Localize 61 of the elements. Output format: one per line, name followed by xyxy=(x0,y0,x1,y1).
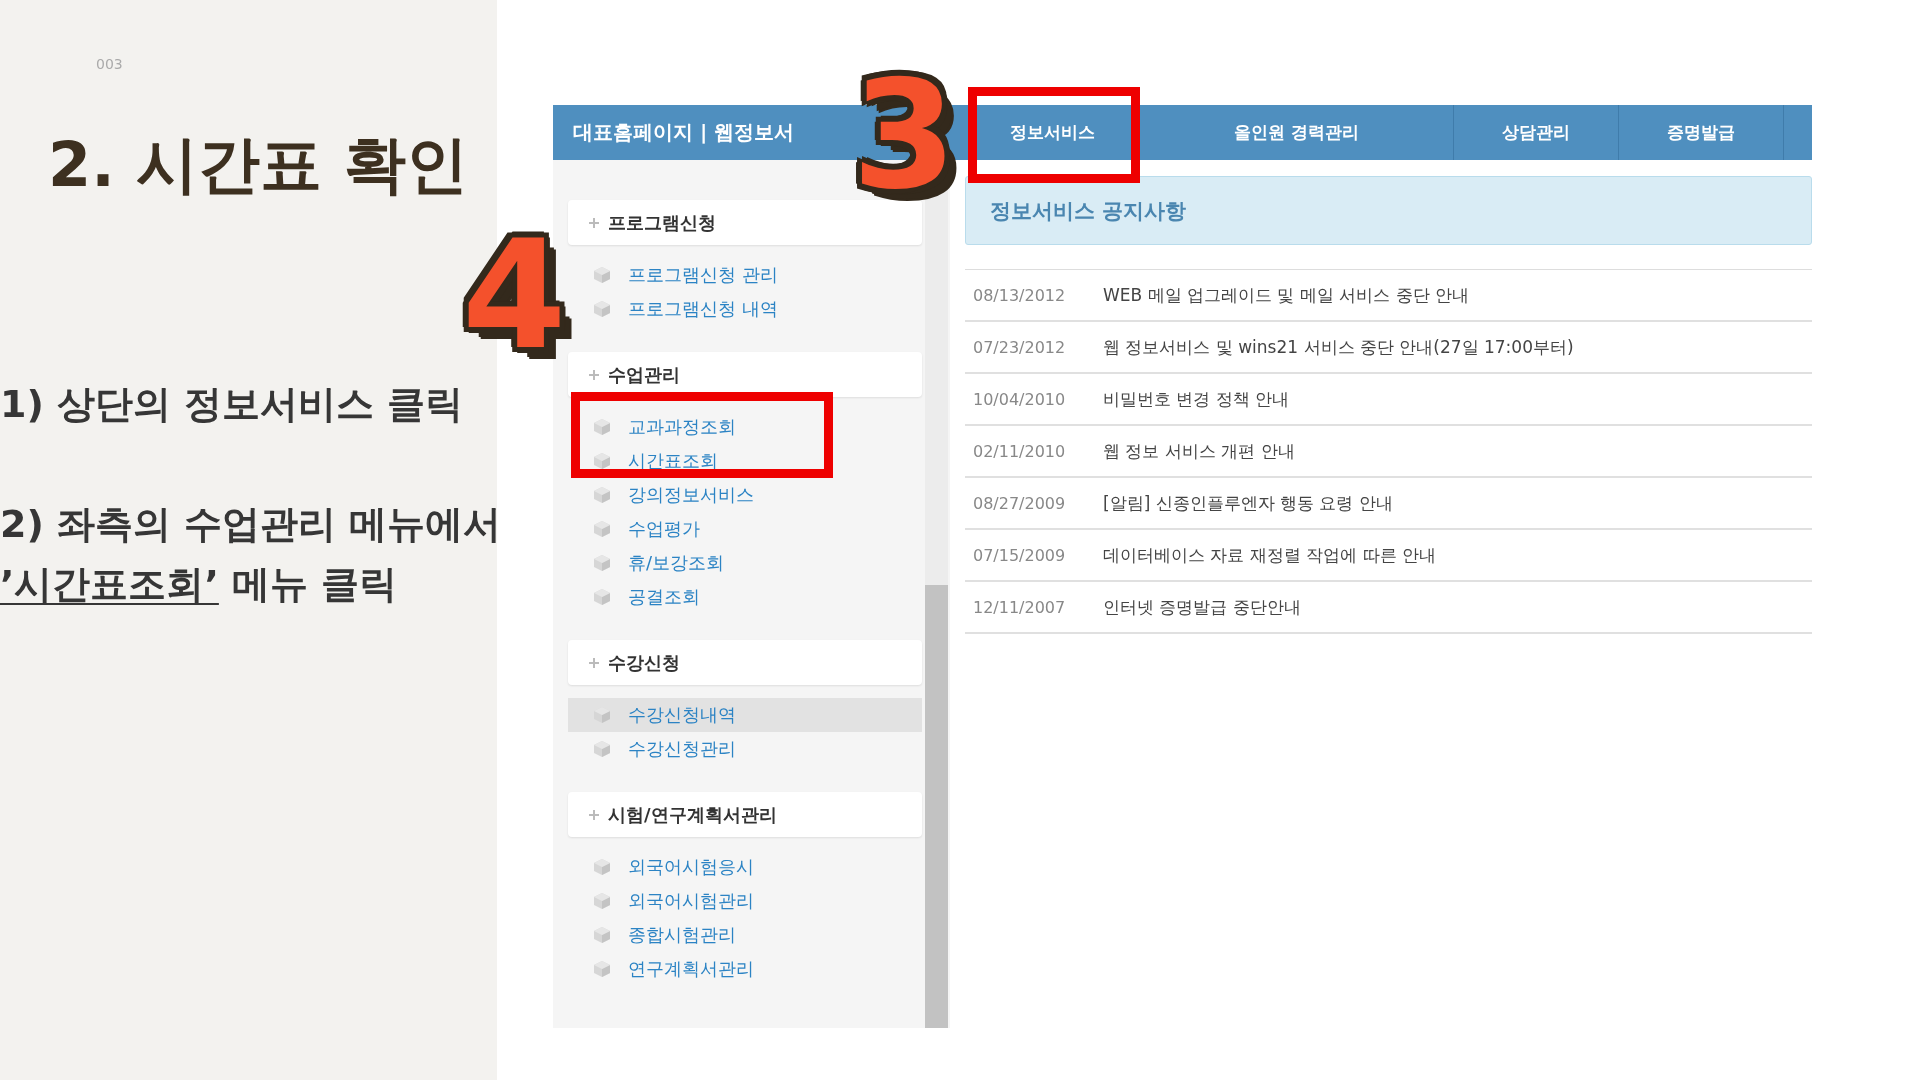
menu-group-header[interactable]: 수업관리 xyxy=(568,352,922,397)
cube-icon xyxy=(594,741,610,757)
menu-group-header[interactable]: 수강신청 xyxy=(568,640,922,685)
cube-icon xyxy=(594,487,610,503)
notice-link[interactable]: [알림] 신종인플루엔자 행동 요령 안내 xyxy=(1103,491,1393,515)
menu-item[interactable]: 종합시험관리 xyxy=(568,918,922,952)
menu-item[interactable]: 공결조회 xyxy=(568,580,922,614)
step-text: 2) 좌측의 수업관리 메뉴에서 ’시간표조회’ 메뉴 클릭 xyxy=(0,501,502,609)
menu-item[interactable]: 수강신청관리 xyxy=(568,732,922,766)
menu-item[interactable]: 프로그램신청 관리 xyxy=(568,258,922,292)
menu-item[interactable]: 시간표조회 xyxy=(568,444,922,478)
scrollbar-thumb[interactable] xyxy=(925,585,948,1028)
plus-icon xyxy=(588,656,600,669)
notice-date: 08/13/2012 xyxy=(973,285,1067,305)
nav-tab[interactable]: 정보서비스 xyxy=(965,105,1140,160)
notice-date: 08/27/2009 xyxy=(973,493,1067,513)
cube-icon xyxy=(594,555,610,571)
notice-link[interactable]: WEB 메일 업그레이드 및 메일 서비스 중단 안내 xyxy=(1103,283,1470,307)
page-number: 003 xyxy=(96,56,123,72)
cube-icon xyxy=(594,589,610,605)
menu-group-header[interactable]: 시험/연구계획서관리 xyxy=(568,792,922,837)
notice-date: 12/11/2007 xyxy=(973,597,1067,617)
plus-icon xyxy=(588,808,600,821)
menu-item[interactable]: 휴/보강조회 xyxy=(568,546,922,580)
menu-item[interactable]: 교과과정조회 xyxy=(568,410,922,444)
cube-icon xyxy=(594,419,610,435)
notice-date: 07/23/2012 xyxy=(973,337,1067,357)
menu-item[interactable]: 연구계획서관리 xyxy=(568,952,922,986)
plus-icon xyxy=(588,368,600,381)
menu-group-header[interactable]: 프로그램신청 xyxy=(568,200,922,245)
notice-date: 10/04/2010 xyxy=(973,389,1067,409)
menu-item[interactable]: 강의정보서비스 xyxy=(568,478,922,512)
notice-link[interactable]: 데이터베이스 자료 재정렬 작업에 따른 안내 xyxy=(1103,543,1437,567)
cube-icon xyxy=(594,453,610,469)
menu-item[interactable]: 외국어시험응시 xyxy=(568,850,922,884)
nav-tab[interactable]: 상담관리 xyxy=(1454,105,1619,160)
notice-link[interactable]: 인터넷 증명발급 중단안내 xyxy=(1103,595,1301,619)
notice-date: 07/15/2009 xyxy=(973,545,1067,565)
notice-link[interactable]: 웹 정보서비스 및 wins21 서비스 중단 안내(27일 17:00부터) xyxy=(1103,335,1574,359)
menu-item[interactable]: 수업평가 xyxy=(568,512,922,546)
nav-tab[interactable]: 증명발급 xyxy=(1619,105,1784,160)
cube-icon xyxy=(594,961,610,977)
cube-icon xyxy=(594,893,610,909)
menu-item[interactable]: 수강신청내역 xyxy=(568,698,922,732)
notice-link[interactable]: 비밀번호 변경 정책 안내 xyxy=(1103,387,1290,411)
cube-icon xyxy=(594,707,610,723)
notice-header: 정보서비스 공지사항 xyxy=(965,176,1812,245)
cube-icon xyxy=(594,859,610,875)
cube-icon xyxy=(594,301,610,317)
slide-title: 2. 시간표 확인 xyxy=(48,131,468,200)
notice-link[interactable]: 웹 정보 서비스 개편 안내 xyxy=(1103,439,1295,463)
cube-icon xyxy=(594,927,610,943)
cube-icon xyxy=(594,521,610,537)
cube-icon xyxy=(594,267,610,283)
menu-item[interactable]: 프로그램신청 내역 xyxy=(568,292,922,326)
notice-date: 02/11/2010 xyxy=(973,441,1067,461)
plus-icon xyxy=(588,216,600,229)
menu-item[interactable]: 외국어시험관리 xyxy=(568,884,922,918)
step-text: 1) 상단의 정보서비스 클릭 xyxy=(0,381,464,429)
nav-tab[interactable]: 올인원 경력관리 xyxy=(1140,105,1454,160)
site-title[interactable]: 대표홈페이지 | 웹정보서 xyxy=(573,119,795,146)
